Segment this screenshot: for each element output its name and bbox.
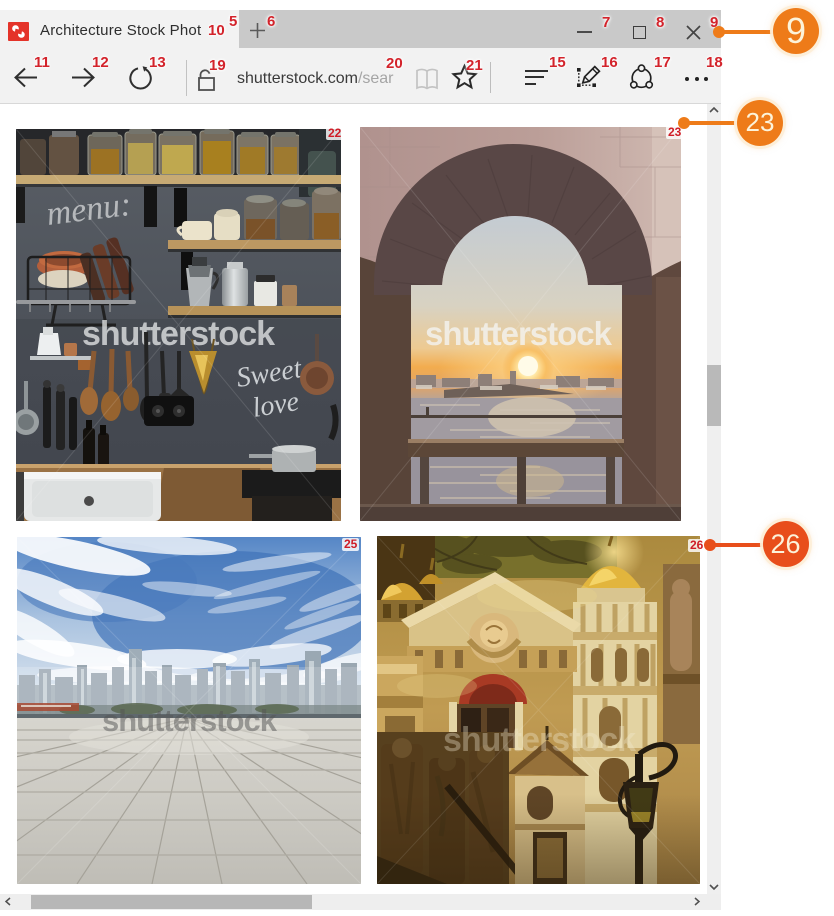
svg-text:shutterstock: shutterstock <box>82 315 275 353</box>
svg-text:shutterstock: shutterstock <box>425 315 613 352</box>
svg-text:shutterstock: shutterstock <box>443 721 636 759</box>
svg-text:shutterstock: shutterstock <box>102 703 278 738</box>
